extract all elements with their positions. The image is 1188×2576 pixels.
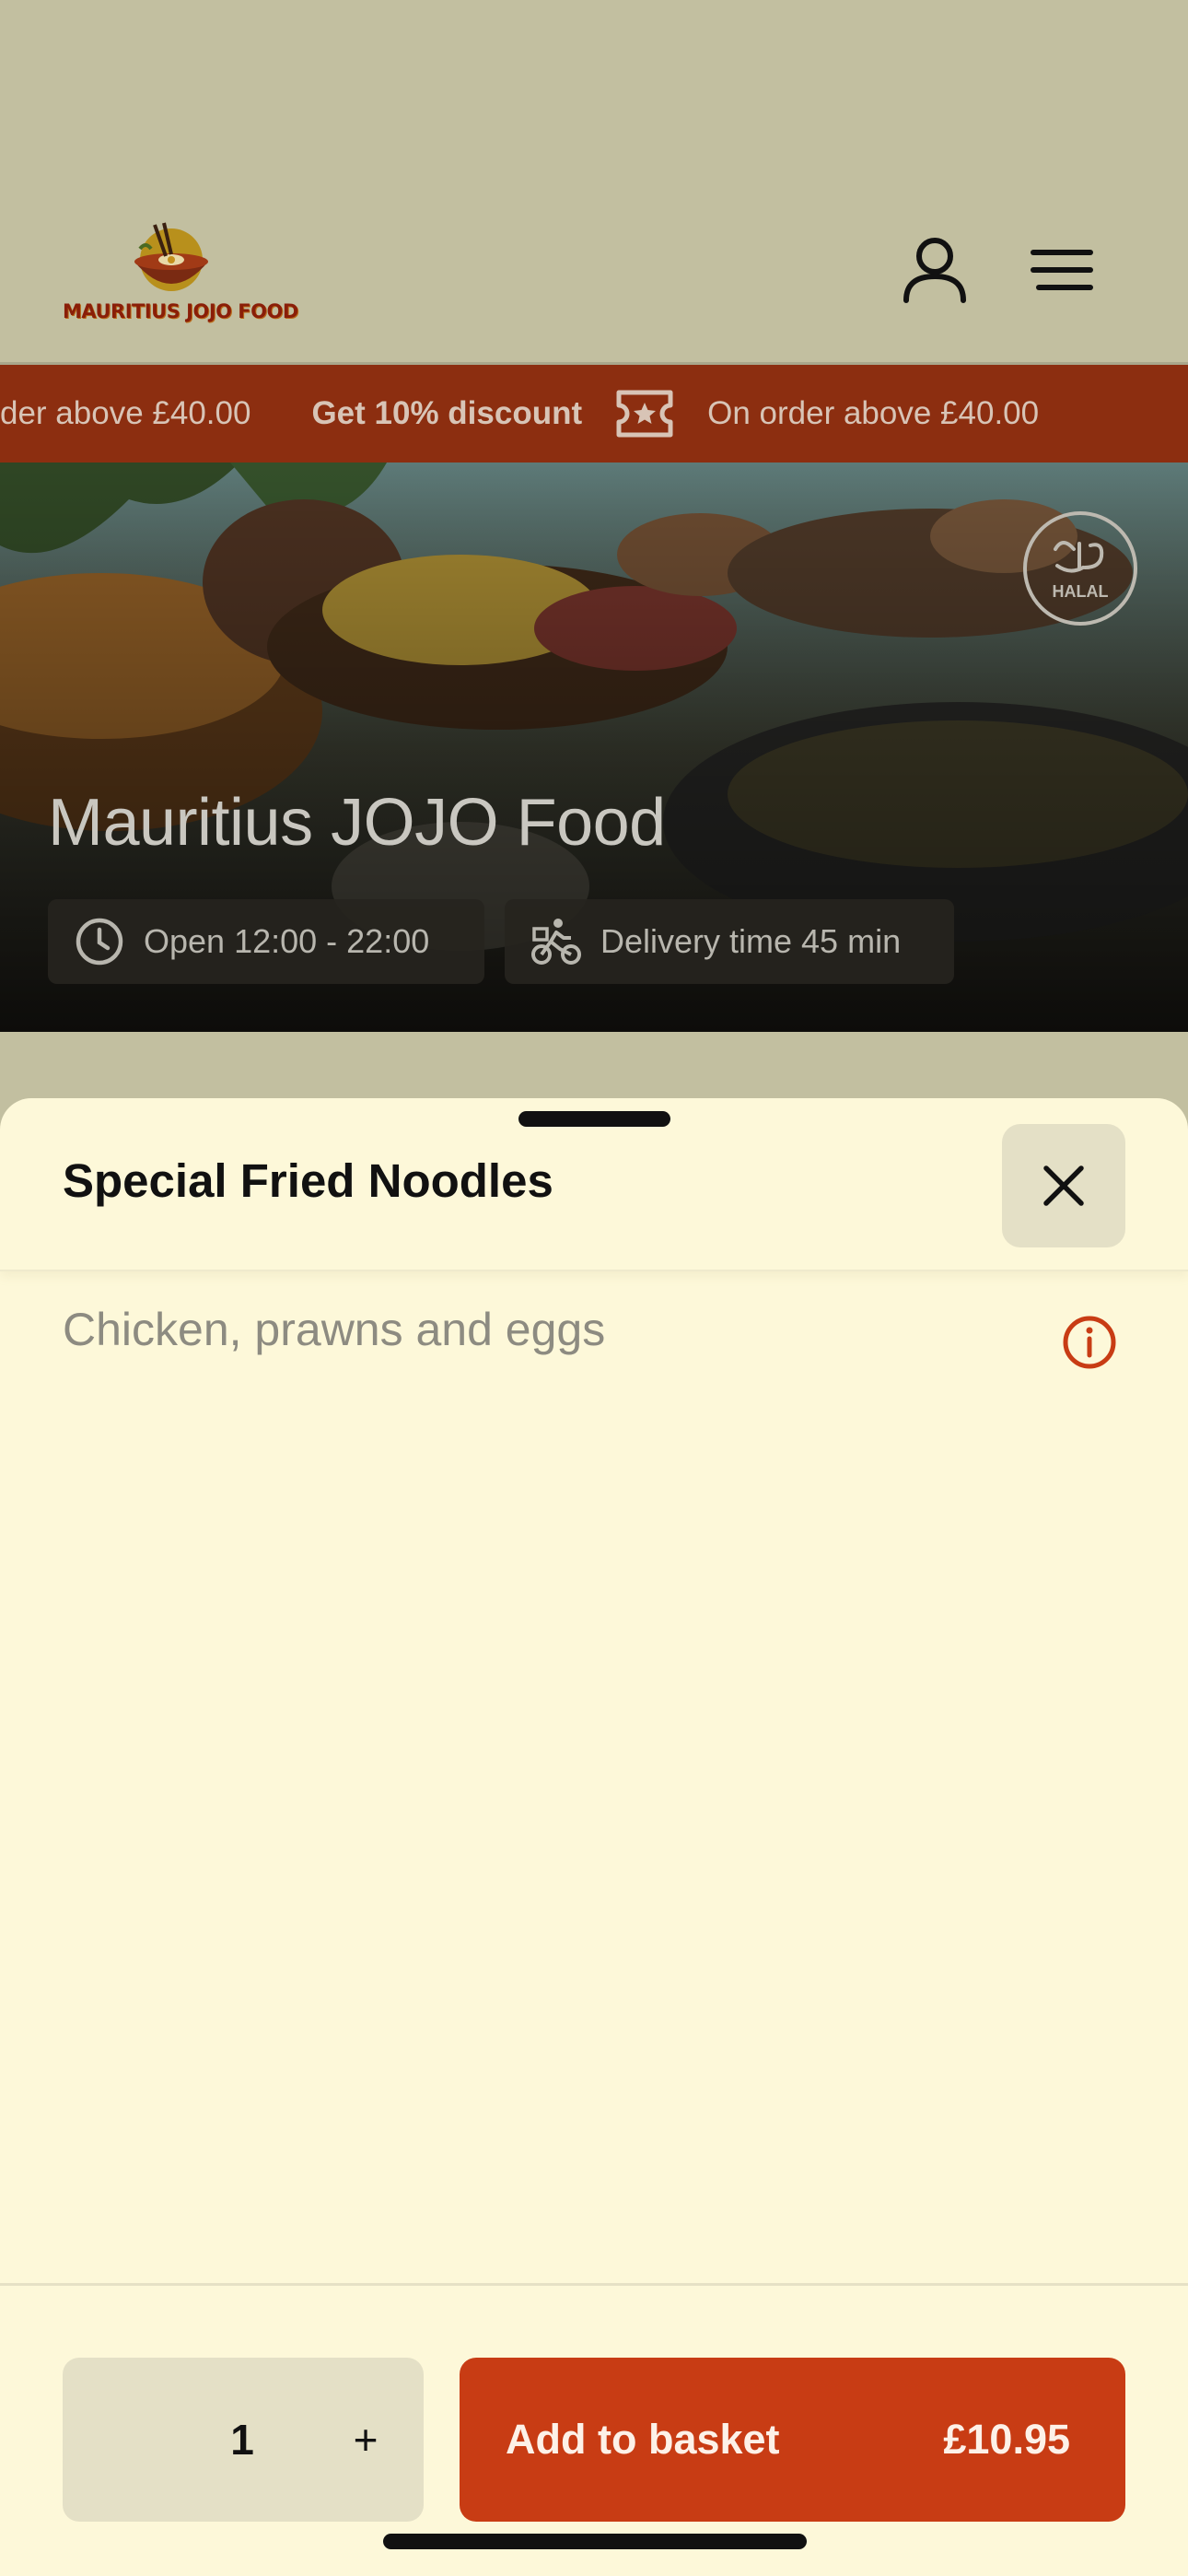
item-description: Chicken, prawns and eggs [63, 1304, 606, 1355]
restaurant-name: Mauritius JOJO Food [48, 786, 666, 860]
halal-badge-text: HALAL [1053, 582, 1109, 601]
increase-quantity-button[interactable]: + [308, 2415, 424, 2465]
add-to-basket-label: Add to basket [506, 2416, 780, 2463]
close-icon [1043, 1165, 1084, 1206]
menu-icon[interactable] [1020, 228, 1103, 311]
user-icon[interactable] [893, 228, 976, 311]
sheet-grabber-handle[interactable] [518, 1111, 670, 1127]
quantity-stepper: 1 + [63, 2358, 424, 2522]
item-title: Special Fried Noodles [63, 1154, 553, 1207]
promo-condition: On order above £40.00 [707, 395, 1040, 431]
item-detail-sheet: Special Fried Noodles Chicken, prawns an… [0, 1098, 1188, 2576]
item-price: £10.95 [943, 2416, 1070, 2463]
promo-banner: der above £40.00 Get 10% discount On ord… [0, 365, 1188, 463]
ticket-icon [616, 390, 673, 438]
delivery-time-text: Delivery time 45 min [600, 922, 902, 960]
sheet-footer: 1 + Add to basket £10.95 [0, 2283, 1188, 2576]
halal-badge-icon: HALAL [1023, 511, 1137, 626]
home-indicator[interactable] [383, 2534, 807, 2549]
decrease-quantity-button[interactable] [63, 2358, 177, 2522]
close-button[interactable] [1002, 1124, 1125, 1247]
app-header: MAURITIUS JOJO FOOD [0, 0, 1188, 365]
delivery-time-pill: Delivery time 45 min [505, 899, 954, 984]
opening-hours-text: Open 12:00 - 22:00 [144, 922, 430, 960]
restaurant-logo[interactable]: MAURITIUS JOJO FOOD [63, 221, 298, 322]
opening-hours-pill: Open 12:00 - 22:00 [48, 899, 484, 984]
delivery-bike-icon [531, 919, 581, 965]
info-icon[interactable] [1061, 1314, 1118, 1371]
promo-condition-fragment: der above £40.00 [0, 395, 251, 431]
promo-discount: Get 10% discount [311, 395, 583, 431]
quantity-value: 1 [230, 2416, 254, 2464]
logo-text: MAURITIUS JOJO FOOD [63, 300, 298, 322]
sheet-header: Special Fried Noodles [0, 1098, 1188, 1271]
logo-bowl-icon [134, 222, 208, 291]
clock-icon [76, 918, 123, 966]
add-to-basket-button[interactable]: Add to basket £10.95 [460, 2358, 1125, 2522]
